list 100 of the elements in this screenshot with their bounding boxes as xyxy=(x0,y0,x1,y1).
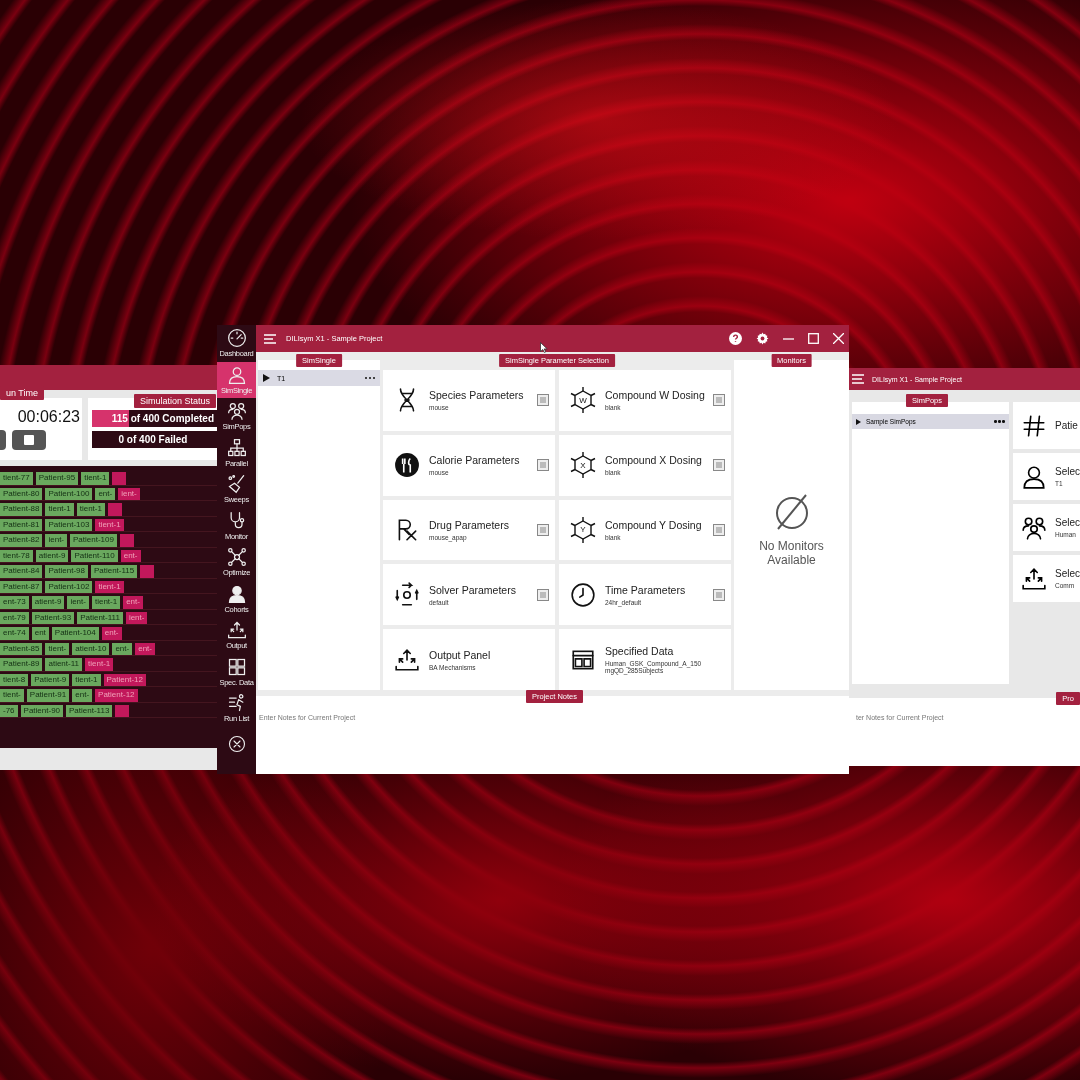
settings-icon[interactable] xyxy=(756,332,769,345)
patient-chip: Patient-87 xyxy=(0,580,43,593)
patient-chip: ient- xyxy=(125,611,148,624)
edit-icon[interactable] xyxy=(537,459,549,472)
patient-chip: Patient-12 xyxy=(95,689,138,702)
menu-icon[interactable] xyxy=(264,333,276,344)
patient-chip: Patient-95 xyxy=(35,472,79,485)
patient-chip: Patient-88 xyxy=(0,503,43,516)
person-icon xyxy=(226,364,247,385)
patient-chip: Patient-91 xyxy=(26,689,70,702)
patient-chip: ient- xyxy=(67,596,89,609)
edit-icon[interactable] xyxy=(713,459,725,472)
fork-knife-icon xyxy=(394,452,420,479)
card-title: Time Parameters xyxy=(605,583,687,596)
patient-chip: ent-79 xyxy=(0,611,29,624)
card-title: Selec xyxy=(1055,466,1080,477)
grid-icon xyxy=(226,656,247,677)
patient-chip: Patient-109 xyxy=(70,534,117,547)
patient-chip: tient-1 xyxy=(85,658,114,671)
card-title: Compound W Dosing xyxy=(605,389,705,402)
section-tag: Simulation Status xyxy=(133,394,216,408)
patient-chip: Patient-113 xyxy=(66,704,113,717)
patient-chip: tient-1 xyxy=(95,518,124,531)
card-title: Calorie Parameters xyxy=(429,454,521,467)
stop-button[interactable] xyxy=(12,430,46,450)
patient-chip: Patient-80 xyxy=(0,487,43,500)
patient-chip: Patient-103 xyxy=(45,518,93,531)
play-icon xyxy=(263,374,270,382)
patient-chip: tient-1 xyxy=(95,580,124,593)
card-title: Compound X Dosing xyxy=(605,454,703,467)
parameter-card[interactable]: Patie xyxy=(1013,402,1080,449)
exit-icon xyxy=(227,734,246,753)
patient-chip: Patient-12 xyxy=(103,673,146,686)
cycle-arrows-icon xyxy=(394,581,420,608)
patient-chip: ent- xyxy=(135,642,155,655)
card-title: Selec xyxy=(1055,568,1080,579)
card-title: Drug Parameters xyxy=(429,519,510,531)
card-title: Output Panel xyxy=(429,648,492,661)
patient-chip: Patient-100 xyxy=(45,487,93,500)
help-icon[interactable] xyxy=(729,332,742,345)
patient-chip: tient- xyxy=(0,689,24,702)
card-title: Patie xyxy=(1055,420,1078,431)
clock-icon xyxy=(570,581,596,608)
patient-chip: atient-11 xyxy=(45,658,82,671)
patient-chip: Patient-104 xyxy=(51,627,99,640)
menu-icon[interactable] xyxy=(852,374,864,384)
close-icon[interactable] xyxy=(833,333,844,344)
edit-icon[interactable] xyxy=(713,524,725,536)
cursor-icon xyxy=(540,342,548,353)
patient-chip: atient-9 xyxy=(35,549,69,562)
card-title: Solver Parameters xyxy=(429,583,517,596)
patient-chip: ent- xyxy=(123,596,143,609)
hierarchy-icon xyxy=(226,437,247,458)
patient-chip: -76 xyxy=(0,704,18,717)
patient-chip: Patient-115 xyxy=(90,565,138,578)
patient-chip: tient-1 xyxy=(45,503,74,516)
edit-icon[interactable] xyxy=(537,394,549,407)
patient-chip: Patient-111 xyxy=(77,611,123,624)
card-title: Specified Data xyxy=(605,645,675,658)
patient-chip: ent xyxy=(31,627,49,640)
maximize-icon[interactable] xyxy=(808,333,819,344)
patient-chip: tient-77 xyxy=(0,472,33,485)
gauge-icon xyxy=(226,328,247,349)
patient-chip: ent-74 xyxy=(0,627,29,640)
play-icon xyxy=(856,418,861,425)
patient-chip: tient- xyxy=(45,642,70,655)
person-icon xyxy=(226,583,247,604)
patient-chip: tient-1 xyxy=(76,503,105,516)
progress-label: 115 of 400 Completed xyxy=(111,413,214,424)
card-title: Selec xyxy=(1055,517,1080,528)
patient-chip: Patient-9 xyxy=(31,673,70,686)
edit-icon[interactable] xyxy=(537,588,549,601)
patient-chip: ent-73 xyxy=(0,596,29,609)
edit-icon[interactable] xyxy=(713,588,725,601)
group-icon xyxy=(1021,514,1047,541)
run-time-value: 00:06:23 xyxy=(17,408,80,426)
network-icon xyxy=(226,547,247,568)
empty-message: No Monitors Available xyxy=(758,539,825,567)
edit-icon[interactable] xyxy=(713,394,725,407)
patient-chip: atient-10 xyxy=(72,642,110,655)
patient-chip: Patient-89 xyxy=(0,658,43,671)
patient-chip: tient-78 xyxy=(0,549,33,562)
patient-chip: ent- xyxy=(112,642,133,655)
broom-icon xyxy=(226,474,247,495)
patient-chip: Patient-90 xyxy=(20,704,64,717)
more-icon[interactable] xyxy=(994,420,1005,423)
upload-arrows-icon xyxy=(226,620,247,641)
group-icon xyxy=(226,401,247,422)
patient-chip: ent- xyxy=(95,487,116,500)
pause-button[interactable] xyxy=(0,430,6,450)
patient-chip: tient-8 xyxy=(0,673,29,686)
patient-chip: Patient-98 xyxy=(45,565,88,578)
patient-chip: Patient-93 xyxy=(31,611,75,624)
patient-chip: tient-1 xyxy=(91,596,121,609)
hash-icon xyxy=(1021,412,1047,439)
progress-label: 0 of 400 Failed xyxy=(118,434,188,445)
patient-chip: ient- xyxy=(45,534,68,547)
patient-chip: Patient-82 xyxy=(0,534,43,547)
edit-icon[interactable] xyxy=(537,524,549,536)
patient-chip: ent- xyxy=(120,549,141,562)
